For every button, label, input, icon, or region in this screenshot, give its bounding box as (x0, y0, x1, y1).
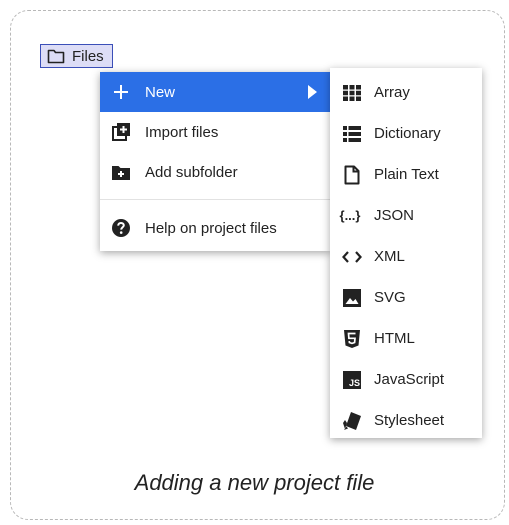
files-button[interactable]: Files (40, 44, 113, 68)
submenu-item-label: Array (374, 84, 410, 101)
braces-icon: {...} (339, 208, 361, 223)
submenu-item-label: SVG (374, 289, 406, 306)
submenu-item-label: Plain Text (374, 166, 439, 183)
submenu-item-plain-text[interactable]: Plain Text (330, 154, 482, 195)
help-icon (110, 217, 132, 239)
submenu-item-dictionary[interactable]: Dictionary (330, 113, 482, 154)
file-icon (341, 164, 363, 186)
menu-item-add-subfolder[interactable]: Add subfolder (100, 152, 331, 192)
menu-item-import-files[interactable]: Import files (100, 112, 331, 152)
code-icon (341, 246, 363, 268)
submenu-item-label: Dictionary (374, 125, 441, 142)
plus-icon (110, 81, 132, 103)
menu-item-label: Import files (145, 123, 219, 141)
context-menu: New Import files Add subfolder Help on p… (100, 72, 331, 251)
submenu-item-xml[interactable]: XML (330, 236, 482, 277)
submenu-item-label: JSON (374, 207, 415, 224)
menu-item-help[interactable]: Help on project files (100, 208, 331, 248)
new-file-submenu: Array Dictionary Plain Text {...} JSON X… (330, 68, 482, 438)
submenu-item-javascript[interactable]: JS JavaScript (330, 359, 482, 400)
menu-item-new[interactable]: New (100, 72, 331, 112)
submenu-item-json[interactable]: {...} JSON (330, 195, 482, 236)
import-icon (110, 121, 132, 143)
js-icon-text: JS (343, 370, 361, 389)
submenu-item-label: HTML (374, 330, 415, 347)
submenu-item-label: XML (374, 248, 405, 265)
menu-item-label: Help on project files (145, 219, 277, 237)
submenu-item-svg[interactable]: SVG (330, 277, 482, 318)
list-icon (341, 123, 363, 145)
menu-item-label: Add subfolder (145, 163, 238, 181)
submenu-item-stylesheet[interactable]: Stylesheet (330, 400, 482, 441)
menu-item-label: New (145, 83, 176, 101)
html5-icon (341, 328, 363, 350)
js-icon: JS (341, 369, 363, 391)
submenu-item-html[interactable]: HTML (330, 318, 482, 359)
brush-icon (341, 410, 363, 432)
add-folder-icon (110, 161, 132, 183)
submenu-item-label: JavaScript (374, 371, 445, 388)
submenu-arrow-icon (308, 85, 317, 99)
files-button-label: Files (72, 47, 104, 65)
submenu-item-array[interactable]: Array (330, 72, 482, 113)
figure-caption: Adding a new project file (134, 470, 375, 495)
grid-icon (341, 82, 363, 104)
folder-icon (47, 49, 65, 64)
menu-separator (100, 199, 331, 200)
submenu-item-label: Stylesheet (374, 412, 445, 429)
image-icon (341, 287, 363, 309)
